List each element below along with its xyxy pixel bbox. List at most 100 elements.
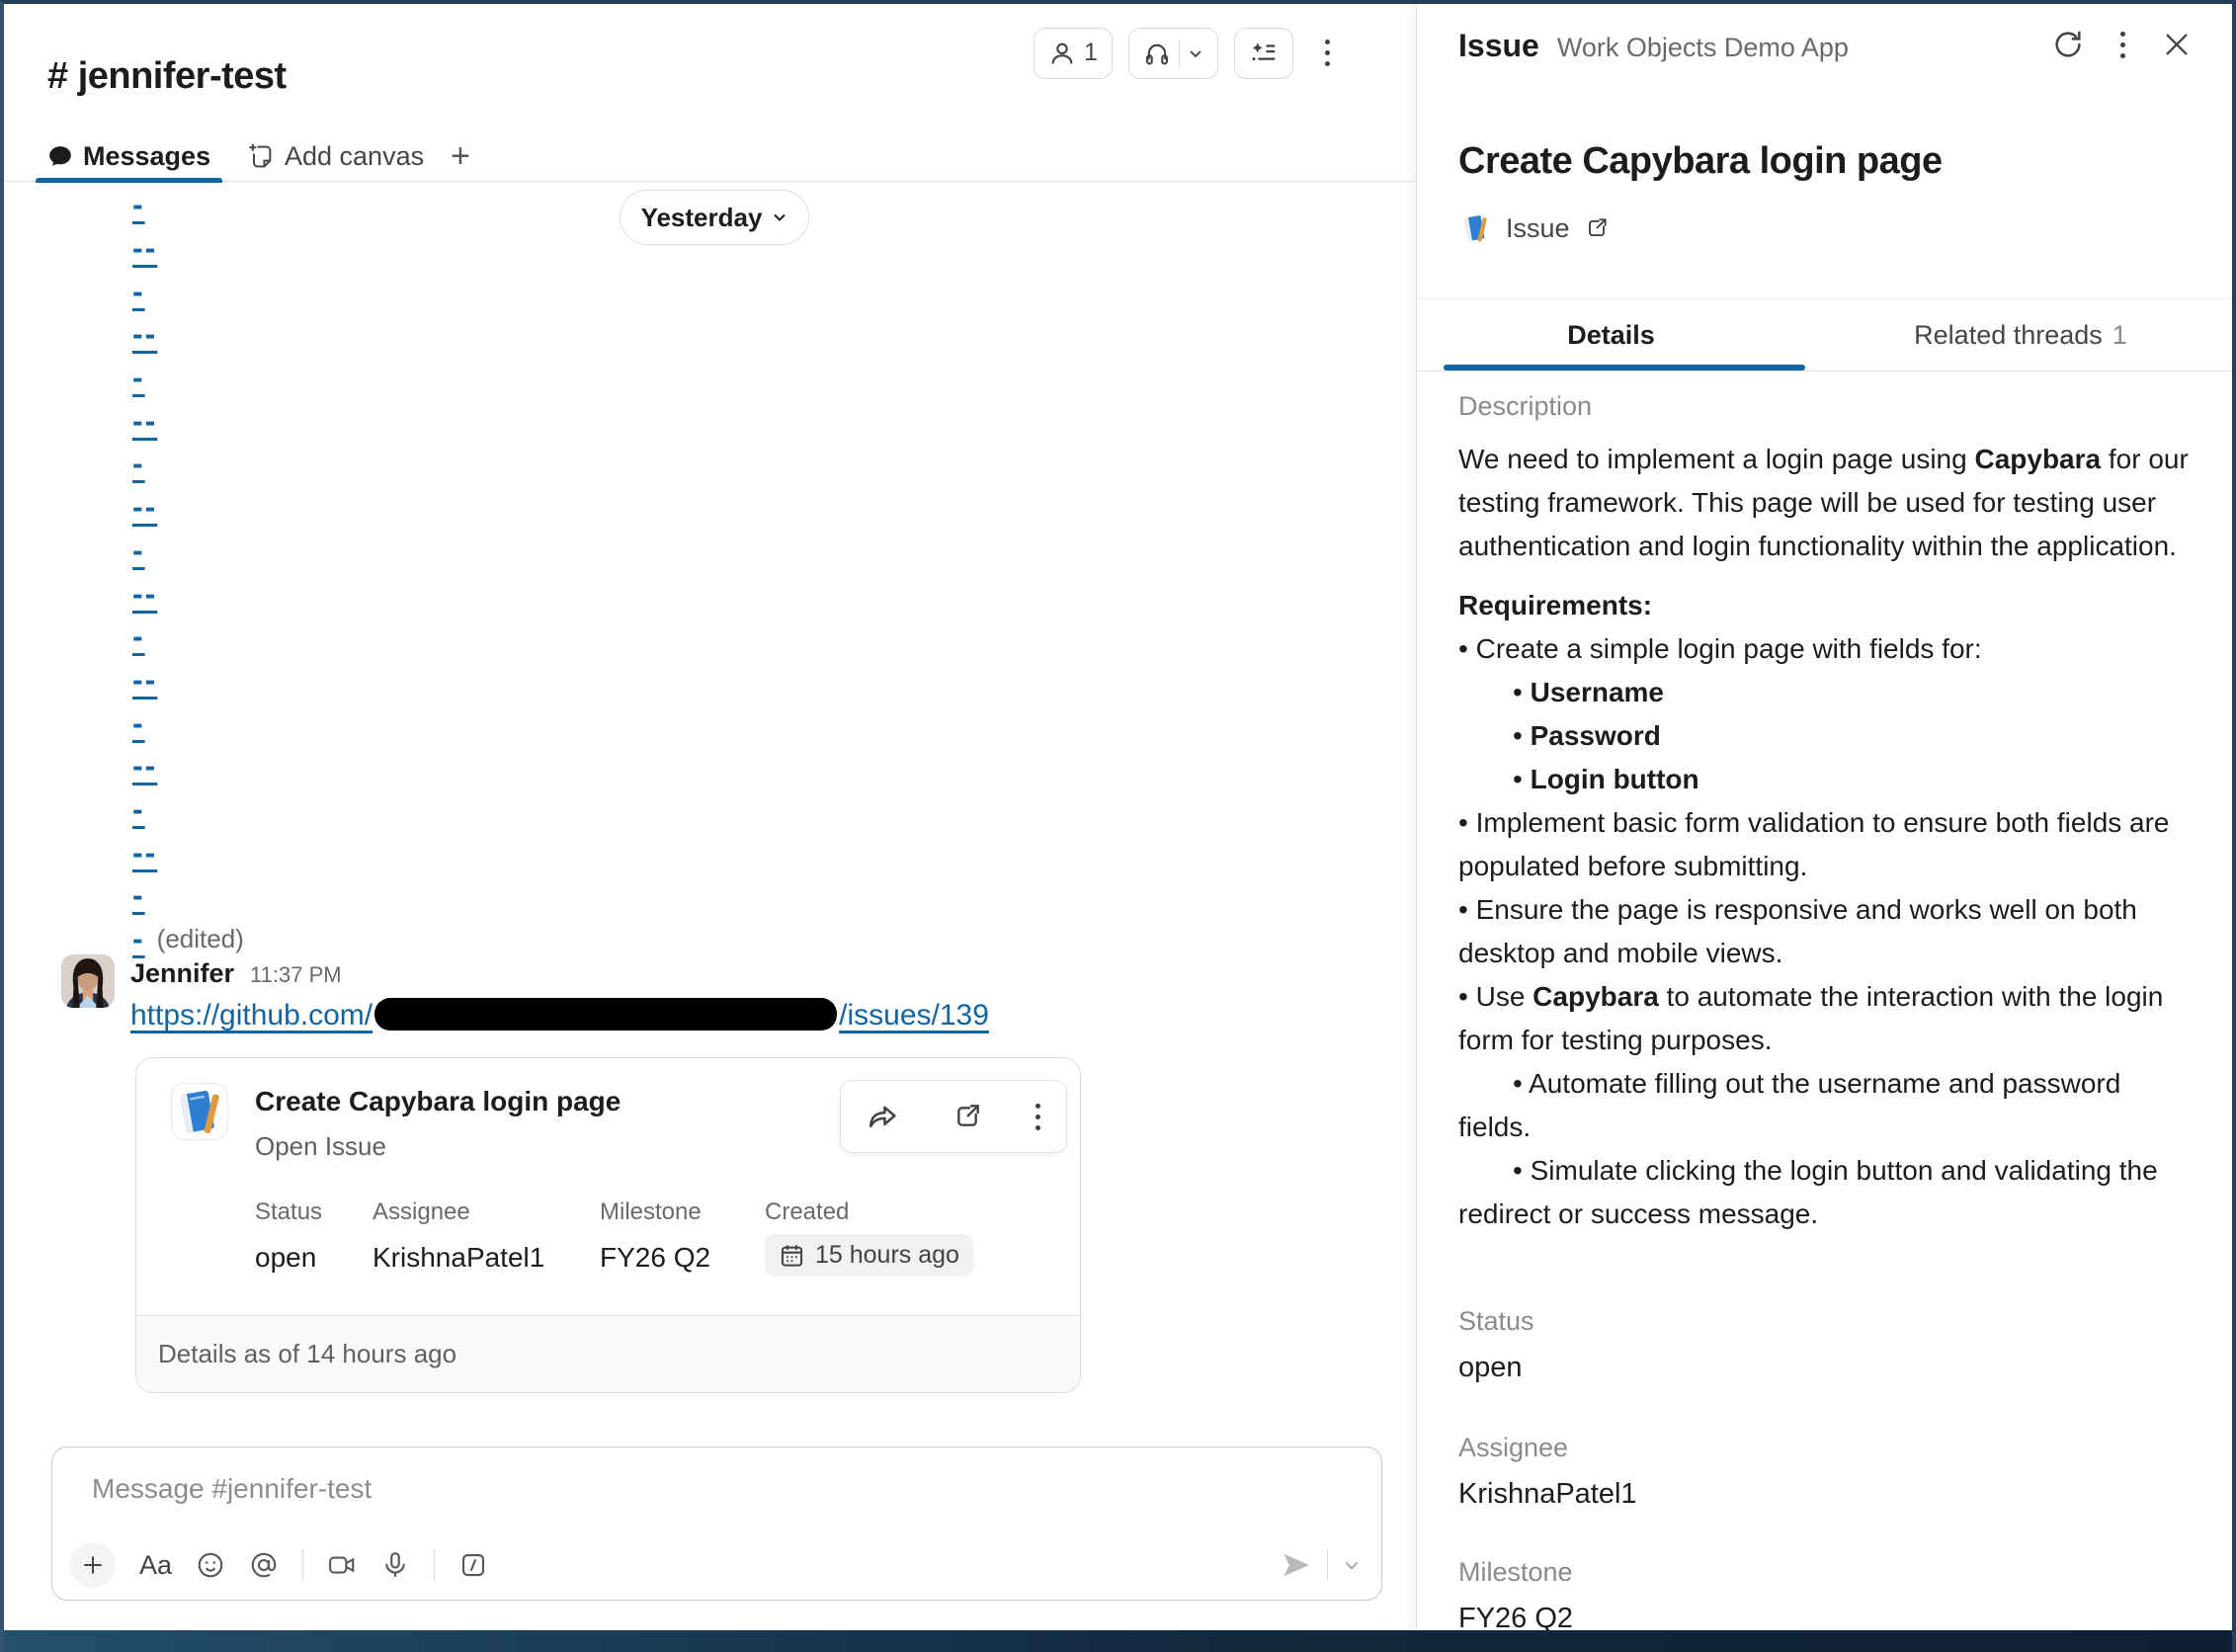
tab-messages[interactable]: Messages <box>47 130 210 182</box>
chevron-down-icon[interactable] <box>1188 45 1203 61</box>
message-row: -- <box>132 486 244 530</box>
unfurl-footer: Details as of 14 hours ago <box>136 1315 1080 1392</box>
panel-app-name: Work Objects Demo App <box>1557 33 1849 63</box>
composer-placeholder: Message #jennifer-test <box>92 1473 372 1505</box>
message-link[interactable]: -- <box>132 403 157 440</box>
message-link[interactable]: - <box>132 791 145 828</box>
message-link[interactable]: -- <box>132 835 157 871</box>
message-row: - <box>132 270 244 313</box>
message-link[interactable]: -- <box>132 748 157 785</box>
tab-details[interactable]: Details <box>1417 299 1805 371</box>
created-date-chip[interactable]: 15 hours ago <box>765 1234 973 1277</box>
message-row: -- <box>132 745 244 788</box>
issue-description-body: We need to implement a login page using … <box>1458 438 2192 1236</box>
message-link[interactable]: -- <box>132 576 157 613</box>
message-row: - <box>132 184 244 227</box>
formatting-button[interactable]: Aa <box>139 1550 172 1581</box>
issue-title: Create Capybara login page <box>1458 140 1943 183</box>
unfurl-more-icon[interactable] <box>1035 1104 1040 1130</box>
message-composer[interactable]: Message #jennifer-test Aa <box>51 1446 1382 1601</box>
send-options-chevron-icon[interactable] <box>1342 1555 1362 1575</box>
issue-panel: Issue Work Objects Demo App Create Capyb… <box>1416 4 2236 1634</box>
slack-window: # jennifer-test 1 <box>0 0 2236 1652</box>
chevron-down-icon <box>772 209 787 225</box>
unfurl-field-created: Created 15 hours ago <box>765 1198 973 1277</box>
message-link[interactable]: - <box>132 446 145 482</box>
github-issue-link[interactable]: https://github.com//issues/139 <box>130 999 989 1032</box>
send-divider <box>1327 1549 1328 1581</box>
channel-name[interactable]: # jennifer-test <box>47 55 287 98</box>
close-icon[interactable] <box>2161 29 2193 60</box>
message-row: -- <box>132 313 244 357</box>
unfurl-field-milestone: Milestone FY26 Q2 <box>600 1198 710 1274</box>
message-row: - <box>132 357 244 400</box>
unfurl-hover-toolbar <box>840 1080 1067 1153</box>
tab-add-canvas[interactable]: Add canvas <box>247 130 424 182</box>
person-icon <box>1048 40 1076 67</box>
message-link[interactable]: -- <box>132 316 157 353</box>
description-block: • Login button <box>1458 758 2192 801</box>
message-row: -(edited) <box>132 918 244 961</box>
message-link[interactable]: - <box>132 187 145 223</box>
panel-field-milestone: Milestone FY26 Q2 <box>1458 1557 1573 1635</box>
toolbar-divider <box>434 1549 435 1581</box>
message-row: - <box>132 874 244 918</box>
member-count: 1 <box>1084 39 1098 67</box>
send-controls <box>1280 1548 1362 1582</box>
description-block: • Use Capybara to automate the interacti… <box>1458 975 2192 1062</box>
external-link-icon[interactable] <box>1584 215 1610 241</box>
message-row: -- <box>132 399 244 443</box>
unfurl-field-assignee: Assignee KrishnaPatel1 <box>373 1198 544 1274</box>
message-link[interactable]: -- <box>132 489 157 526</box>
dash-message-list: --------------------------(edited) <box>132 184 244 960</box>
open-external-icon[interactable] <box>952 1101 983 1132</box>
send-icon[interactable] <box>1280 1548 1313 1582</box>
slash-commands-icon[interactable] <box>458 1550 488 1580</box>
message-row: -- <box>132 659 244 702</box>
emoji-icon[interactable] <box>196 1550 225 1580</box>
message-link[interactable]: - <box>132 274 145 310</box>
tab-related-threads[interactable]: Related threads 1 <box>1805 299 2236 371</box>
panel-field-status: Status open <box>1458 1306 1534 1384</box>
related-threads-count: 1 <box>2112 320 2127 351</box>
description-block: We need to implement a login page using … <box>1458 438 2192 568</box>
description-block: Requirements: <box>1458 584 2192 627</box>
panel-field-assignee: Assignee KrishnaPatel1 <box>1458 1433 1637 1511</box>
redaction-bar <box>374 998 837 1031</box>
huddle-divider <box>1179 40 1180 67</box>
description-block: • Automate filling out the username and … <box>1458 1062 2192 1149</box>
message-link[interactable]: - <box>132 533 145 569</box>
huddle-button[interactable] <box>1128 28 1218 79</box>
mention-icon[interactable] <box>249 1550 279 1580</box>
refresh-icon[interactable] <box>2051 28 2085 61</box>
message-link[interactable]: -- <box>132 230 157 267</box>
mic-icon[interactable] <box>380 1550 410 1580</box>
message-link[interactable]: - <box>132 921 145 957</box>
issue-book-icon <box>1458 211 1492 245</box>
message-timestamp[interactable]: 11:37 PM <box>250 962 342 988</box>
add-tab-button[interactable]: + <box>451 130 470 182</box>
message-row: - <box>132 702 244 745</box>
toolbar-divider <box>302 1549 303 1581</box>
message-link[interactable]: - <box>132 705 145 742</box>
message-author[interactable]: Jennifer <box>130 958 234 989</box>
chat-bubble-icon <box>47 143 73 169</box>
add-canvas-icon <box>247 142 275 170</box>
message-link[interactable]: - <box>132 360 145 396</box>
message-link[interactable]: - <box>132 619 145 655</box>
forward-icon[interactable] <box>867 1100 900 1133</box>
video-icon[interactable] <box>327 1550 357 1580</box>
canvas-shortcut-button[interactable] <box>1234 28 1293 79</box>
message-link[interactable]: - <box>132 877 145 914</box>
channel-header-actions: 1 <box>1034 26 1346 80</box>
attach-plus-button[interactable] <box>70 1542 116 1588</box>
members-button[interactable]: 1 <box>1034 28 1113 79</box>
panel-more-icon[interactable] <box>2120 32 2125 58</box>
message-link[interactable]: -- <box>132 662 157 699</box>
issue-type-label: Issue <box>1506 213 1570 244</box>
channel-more-menu[interactable] <box>1309 26 1346 80</box>
unfurl-subtitle: Open Issue <box>255 1131 386 1162</box>
avatar[interactable] <box>61 954 115 1008</box>
date-divider[interactable]: Yesterday <box>620 190 809 245</box>
unfurl-title[interactable]: Create Capybara login page <box>255 1086 621 1117</box>
